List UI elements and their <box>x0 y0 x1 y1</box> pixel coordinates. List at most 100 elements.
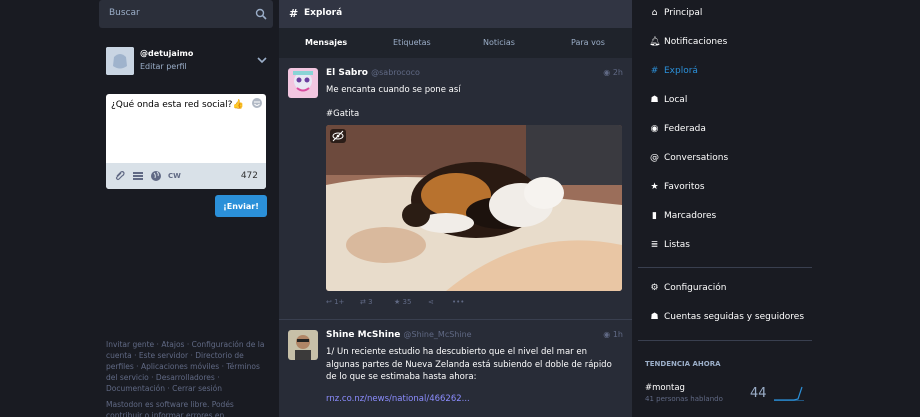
account-handle: @Shine_McShine <box>403 330 472 339</box>
tab-para-vos[interactable]: Para vos <box>571 38 605 47</box>
bookmark-icon: ▮ <box>652 211 657 221</box>
nav-label: Principal <box>664 8 703 18</box>
hide-media-icon[interactable] <box>330 129 346 143</box>
chevron-down-icon[interactable] <box>257 55 267 65</box>
poll-icon[interactable] <box>132 170 144 182</box>
nav-marcadores[interactable]: ▮ Marcadores <box>649 211 716 221</box>
nav-label: Configuración <box>664 283 727 293</box>
navigation-panel: ⌂ Principal 🔔︎ Notificaciones # Explorá ☗ Lo… <box>632 0 818 417</box>
more-options-icon[interactable]: ••• <box>452 298 464 306</box>
at-icon: @ <box>650 153 659 163</box>
compose-form: ¿Qué onda esta red social?👍 CW 472 <box>106 94 266 189</box>
display-name: Shine McShine <box>326 330 401 340</box>
divider <box>638 267 812 268</box>
tab-etiquetas[interactable]: Etiquetas <box>393 38 431 47</box>
boost-button[interactable]: ⇄ 3 <box>360 298 373 306</box>
trend-hashtag[interactable]: #montag <box>645 383 685 393</box>
star-icon: ★ <box>650 182 659 192</box>
nav-cuentas-seguidas[interactable]: ☗ Cuentas seguidas y seguidores <box>649 312 804 322</box>
boost-count: 3 <box>368 298 373 306</box>
tab-mensajes[interactable]: Mensajes <box>305 38 347 47</box>
footer-links[interactable]: Invitar gente · Atajos · Configuración d… <box>106 339 268 394</box>
favourite-button[interactable]: ★ 35 <box>394 298 411 306</box>
globe-icon[interactable] <box>150 170 162 182</box>
hashtag-icon: # <box>650 66 659 76</box>
globe-icon: ◉ <box>603 68 611 77</box>
compose-toolbar: CW 472 <box>106 163 266 189</box>
content-warning-toggle[interactable]: CW <box>168 172 181 180</box>
status-content: 1/ Un reciente estudio ha descubierto qu… <box>326 347 612 382</box>
column-title: Explorá <box>304 8 343 18</box>
globe-icon: ◉ <box>650 124 659 134</box>
status-author[interactable]: El Sabro @sabrococo <box>326 68 420 78</box>
time-label: 2h <box>612 68 623 77</box>
send-button[interactable]: ¡Enviar! <box>215 195 267 217</box>
tab-noticias[interactable]: Noticias <box>483 38 515 47</box>
trend-sparkline <box>774 386 804 401</box>
users-icon: ☗ <box>650 95 659 105</box>
search-icon[interactable] <box>255 8 267 20</box>
display-name: El Sabro <box>326 68 368 78</box>
character-counter: 472 <box>240 171 258 181</box>
nav-configuracion[interactable]: ⚙ Configuración <box>649 283 726 293</box>
status-item[interactable]: El Sabro @sabrococo ◉ 2h Me encanta cuan… <box>279 58 632 320</box>
nav-label: Local <box>664 95 688 105</box>
nav-favoritos[interactable]: ★ Favoritos <box>649 182 705 192</box>
nav-label: Marcadores <box>664 211 717 221</box>
emoji-picker-icon[interactable] <box>251 97 263 109</box>
status-time[interactable]: ◉ 1h <box>603 330 623 339</box>
media-image[interactable] <box>326 125 622 291</box>
status-time[interactable]: ◉ 2h <box>603 68 623 77</box>
divider <box>638 340 812 341</box>
share-icon[interactable]: ⋖ <box>428 298 434 306</box>
nav-conversations[interactable]: @ Conversations <box>649 153 728 163</box>
nav-label: Favoritos <box>664 182 705 192</box>
avatar[interactable] <box>106 47 134 75</box>
nav-label: Explorá <box>664 66 698 76</box>
nav-principal[interactable]: ⌂ Principal <box>649 8 703 18</box>
nav-listas[interactable]: ≣ Listas <box>649 240 690 250</box>
explore-column: # Explorá Mensajes Etiquetas Noticias Pa… <box>279 0 632 417</box>
reply-button[interactable]: ↩ 1+ <box>326 298 344 306</box>
avatar[interactable] <box>288 68 318 98</box>
time-label: 1h <box>612 330 623 339</box>
column-header: # Explorá <box>279 0 632 28</box>
nav-label: Conversations <box>664 153 729 163</box>
nav-explora[interactable]: # Explorá <box>649 66 698 76</box>
gear-icon: ⚙ <box>650 283 659 293</box>
nav-label: Cuentas seguidas y seguidores <box>664 312 805 322</box>
nav-federada[interactable]: ◉ Federada <box>649 124 706 134</box>
hashtag-link[interactable]: #Gatita <box>326 108 622 121</box>
search-input[interactable] <box>109 8 239 18</box>
globe-icon: ◉ <box>603 330 611 339</box>
trends-heading: TENDENCIA AHORA <box>645 360 721 368</box>
status-actions: ↩ 1+ ⇄ 3 ★ 35 ⋖ ••• <box>326 298 526 312</box>
users-icon: ☗ <box>650 312 659 322</box>
status-link[interactable]: rnz.co.nz/news/national/466262... <box>326 393 622 406</box>
nav-notificaciones[interactable]: 🔔︎ Notificaciones <box>649 37 727 47</box>
trend-count: 44 <box>750 386 767 401</box>
search-box <box>99 0 273 28</box>
profile-handle[interactable]: @detujaimo <box>140 49 193 58</box>
bell-icon: 🔔︎ <box>649 37 661 47</box>
nav-label: Notificaciones <box>664 37 728 47</box>
status-author[interactable]: Shine McShine @Shine_McShine <box>326 330 472 340</box>
avatar[interactable] <box>288 330 318 360</box>
trend-people: 41 personas hablando <box>645 395 723 403</box>
compose-panel: @detujaimo Editar perfil ¿Qué onda esta … <box>99 0 273 417</box>
reply-count: 1+ <box>334 298 345 306</box>
nav-local[interactable]: ☗ Local <box>649 95 687 105</box>
nav-label: Listas <box>664 240 690 250</box>
nav-label: Federada <box>664 124 706 134</box>
paperclip-icon[interactable] <box>114 170 126 182</box>
favourite-count: 35 <box>402 298 412 306</box>
edit-profile-link[interactable]: Editar perfil <box>140 62 187 71</box>
account-handle: @sabrococo <box>371 68 420 77</box>
explore-tabs: Mensajes Etiquetas Noticias Para vos <box>279 28 632 58</box>
list-icon: ≣ <box>650 240 659 250</box>
status-item[interactable]: Shine McShine @Shine_McShine ◉ 1h 1/ Un … <box>279 320 632 417</box>
footer-notice: Mastodon es software libre. Podés contri… <box>106 400 234 417</box>
hashtag-icon: # <box>289 7 299 20</box>
compose-textarea[interactable]: ¿Qué onda esta red social?👍 <box>111 100 244 110</box>
status-content: Me encanta cuando se pone así <box>326 85 461 95</box>
